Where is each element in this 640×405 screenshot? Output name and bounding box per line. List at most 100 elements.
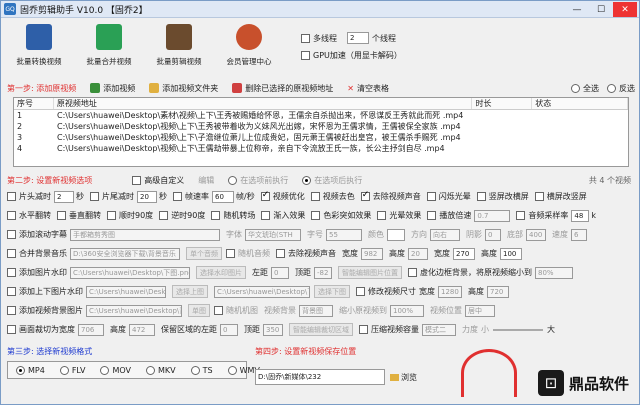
compress-checkbox[interactable]	[359, 325, 368, 334]
scale-select[interactable]: 80%	[535, 266, 573, 279]
delete-selected-button[interactable]: 删除已选择的原视频地址	[232, 83, 333, 94]
height2-input[interactable]: 100	[500, 247, 522, 260]
batch-merge-button[interactable]: 批量合并视频	[77, 21, 141, 71]
rot-ccw-checkbox[interactable]	[159, 211, 169, 220]
random-transition-checkbox[interactable]	[211, 211, 221, 220]
table-row[interactable]: 3 C:\Users\huawei\Desktop\视频\上下\子澹继位萧儿上位…	[14, 132, 628, 143]
crop-width-input[interactable]: 706	[78, 323, 104, 336]
select-top-button[interactable]: 选择上图	[172, 285, 208, 298]
crop-height-input[interactable]: 472	[129, 323, 155, 336]
gpu-checkbox[interactable]	[301, 50, 310, 60]
bottom-input[interactable]: 400	[526, 228, 546, 241]
maximize-button[interactable]: ☐	[589, 2, 613, 17]
edit-button[interactable]: 编辑	[198, 175, 214, 186]
force-slider[interactable]	[493, 328, 543, 331]
add-folder-button[interactable]: 添加视频文件夹	[149, 83, 218, 94]
table-row[interactable]: 1 C:\Users\huawei\Desktop\素材\视频\上下\王秀被赐婚…	[14, 110, 628, 121]
format-ts-radio[interactable]: TS	[190, 365, 213, 375]
optimize-checkbox[interactable]	[260, 190, 270, 201]
remove-audio2-checkbox[interactable]	[276, 249, 285, 258]
speed-checkbox[interactable]	[427, 211, 437, 220]
close-button[interactable]: ✕	[613, 2, 637, 17]
bottom-image-path[interactable]: C:\Users\huawei\Desktop\下图.png	[214, 285, 310, 298]
random-image-checkbox[interactable]	[214, 306, 223, 315]
shadow-input[interactable]: 0	[485, 228, 501, 241]
trim-tail-checkbox[interactable]	[90, 192, 99, 201]
trim-head-checkbox[interactable]	[7, 192, 16, 201]
format-mp4-radio[interactable]: MP4	[16, 365, 45, 375]
col-path[interactable]: 原视频地址	[54, 98, 473, 109]
random-music-checkbox[interactable]	[226, 249, 235, 258]
single-audio-button[interactable]: 单个音频	[186, 247, 222, 260]
browse-button[interactable]: 浏览	[390, 372, 417, 383]
width2-input[interactable]: 270	[453, 247, 475, 260]
music-path-input[interactable]: D:\360安全浏览器下载\背景音乐	[70, 247, 180, 260]
flash-checkbox[interactable]	[426, 192, 436, 201]
font-select[interactable]: 华文琥珀(STH	[245, 228, 301, 241]
width-input[interactable]: 982	[361, 247, 383, 260]
minimize-button[interactable]: —	[565, 2, 589, 17]
shrink-select[interactable]: 100%	[390, 304, 424, 317]
position-select[interactable]: 居中	[465, 304, 495, 317]
select-all-radio[interactable]: 全选	[571, 83, 599, 94]
remove-color-checkbox[interactable]	[310, 192, 320, 201]
save-path-input[interactable]: D:\固乔\新媒体\232	[255, 369, 385, 385]
member-center-button[interactable]: 会员管理中心	[217, 21, 281, 71]
bg-color-select[interactable]: 背景图	[299, 304, 333, 317]
batch-convert-button[interactable]: 批量转换视频	[7, 21, 71, 71]
multithread-checkbox[interactable]	[301, 33, 310, 43]
wm-left-input[interactable]: 0	[271, 266, 289, 279]
watermark-path-input[interactable]: C:\Users\huawei\Desktop\下图.png	[70, 266, 190, 279]
col-status[interactable]: 状态	[532, 98, 628, 109]
audio-rate-checkbox[interactable]	[516, 211, 526, 220]
merge-music-checkbox[interactable]	[7, 249, 16, 258]
select-bottom-button[interactable]: 选择下图	[314, 285, 350, 298]
height-input[interactable]: 20	[408, 247, 428, 260]
table-row[interactable]: 4 C:\Users\huawei\Desktop\视频\上下\王儒劫带暴上位称…	[14, 143, 628, 154]
add-video-button[interactable]: 添加视频	[90, 83, 135, 94]
scroll-sub-checkbox[interactable]	[7, 230, 16, 239]
direction-select[interactable]: 向右	[430, 228, 460, 241]
size-width-input[interactable]: 1280	[438, 285, 462, 298]
size-height-input[interactable]: 720	[487, 285, 509, 298]
start-button-outline[interactable]	[461, 349, 517, 397]
wm-top-input[interactable]: -82	[314, 266, 332, 279]
thread-count-field[interactable]: 2	[347, 32, 369, 44]
scroll-text-input[interactable]: 手都箱剪秀图	[70, 228, 220, 241]
format-mov-radio[interactable]: MOV	[100, 365, 131, 375]
col-no[interactable]: 序号	[14, 98, 54, 109]
mode-after-radio[interactable]: 在选项后执行	[302, 175, 362, 186]
frame-rate-checkbox[interactable]	[173, 192, 182, 201]
vertical-blur-checkbox[interactable]	[476, 192, 486, 201]
table-row[interactable]: 2 C:\Users\huawei\Desktop\视频\上下\王秀被带着收为义…	[14, 121, 628, 132]
single-image-button[interactable]: 单图	[188, 304, 210, 317]
speed-select[interactable]: 0.7	[474, 209, 511, 222]
remove-audio-checkbox[interactable]	[360, 190, 370, 201]
blur-bg-checkbox[interactable]	[408, 268, 417, 277]
crop-checkbox[interactable]	[7, 325, 16, 334]
bg-path-input[interactable]: C:\Users\huawei\Desktop\背景图	[86, 304, 182, 317]
smart-watermark-button[interactable]: 智能编辑图片位置	[338, 266, 402, 279]
color-random-checkbox[interactable]	[311, 211, 321, 220]
frame-rate-input[interactable]: 60	[212, 190, 234, 203]
rot-cw-checkbox[interactable]	[107, 211, 116, 220]
video-table[interactable]: 序号 原视频地址 时长 状态 1 C:\Users\huawei\Desktop…	[13, 97, 629, 167]
fade-in-checkbox[interactable]	[261, 211, 271, 220]
audio-rate-input[interactable]: 48	[571, 209, 590, 222]
keep-top-input[interactable]: 350	[263, 323, 283, 336]
scroll-speed-input[interactable]: 6	[571, 228, 587, 241]
invert-radio[interactable]: 反选	[607, 83, 635, 94]
bg-image-checkbox[interactable]	[7, 306, 16, 315]
trim-tail-input[interactable]: 20	[137, 190, 157, 203]
trim-head-input[interactable]: 2	[54, 190, 74, 203]
modify-size-checkbox[interactable]	[356, 287, 365, 296]
vflip-checkbox[interactable]	[57, 211, 66, 220]
top-image-path[interactable]: C:\Users\huawei\Desktop\上图.png	[86, 285, 166, 298]
col-duration[interactable]: 时长	[472, 98, 533, 109]
compress-mode-select[interactable]: 模式二	[422, 323, 456, 336]
mode-before-radio[interactable]: 在选项前执行	[228, 175, 288, 186]
color-picker[interactable]	[387, 228, 405, 241]
adv-custom-checkbox[interactable]: 高级自定义	[132, 175, 184, 186]
batch-edit-button[interactable]: 批量剪辑视频	[147, 21, 211, 71]
format-mkv-radio[interactable]: MKV	[146, 365, 176, 375]
